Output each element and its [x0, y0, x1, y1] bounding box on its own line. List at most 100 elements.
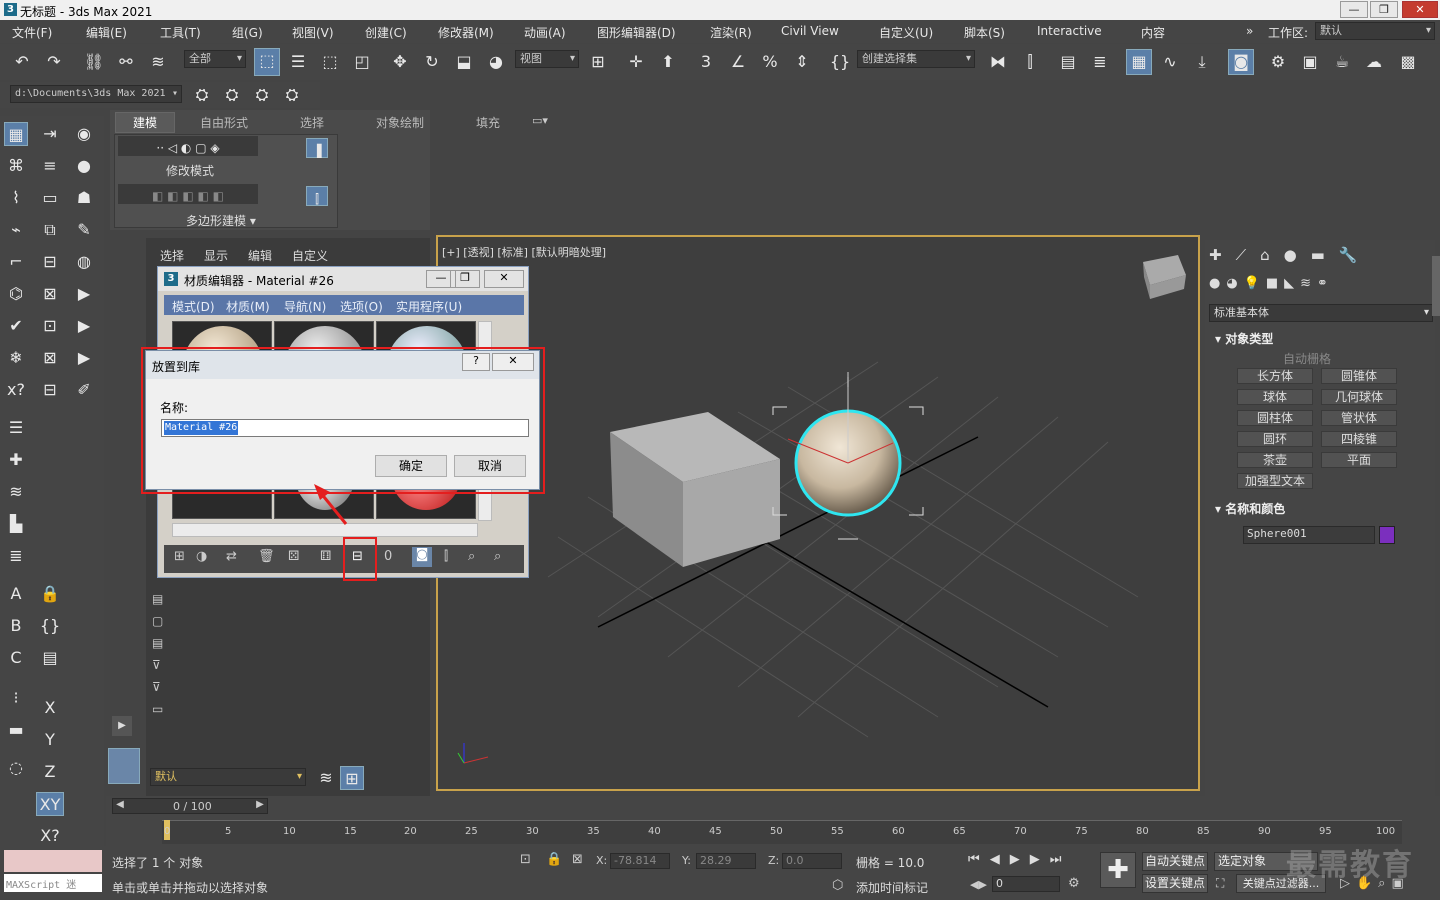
scale-icon[interactable]: ⬓ [452, 50, 476, 74]
scene-side-icons[interactable]: ▤ ▢ ▤ ⊽ ⊽ ▭ [152, 588, 168, 728]
go-sibling-icon[interactable]: ⌕ [494, 549, 501, 564]
menu-group[interactable]: 组(G) [232, 24, 263, 41]
tube-button[interactable]: 管状体 [1321, 410, 1397, 426]
named-selection-dropdown[interactable]: 创建选择集 [857, 50, 975, 68]
add-time-tag[interactable]: 添加时间标记 [856, 879, 928, 896]
layer-explorer-icon[interactable]: ≣ [1088, 50, 1112, 74]
maximize-button[interactable]: ❐ [1370, 1, 1398, 18]
set-key-button[interactable]: 设置关键点 [1142, 874, 1208, 893]
record-icon[interactable]: ▶ [72, 314, 96, 338]
selection-filter-dropdown[interactable]: 全部 [184, 50, 246, 68]
teapot-icon[interactable]: ☗ [72, 186, 96, 210]
next-frame-icon[interactable]: ▶ [253, 799, 267, 810]
render-production-icon[interactable]: ☕ [1330, 50, 1354, 74]
ribbon-side-icon-2[interactable]: ⫿ [306, 186, 328, 206]
autogrid-checkbox[interactable]: 自动栅格 [1283, 350, 1331, 367]
manipulate-icon[interactable]: ✛ [624, 50, 648, 74]
play-next-icon[interactable]: ▶ [72, 346, 96, 370]
render-cloud-icon[interactable]: ☁ [1362, 50, 1386, 74]
abs-mode-icon[interactable]: ⊠ [572, 852, 583, 867]
cmd-tabs-icons[interactable]: ✚⟋⌂●▬🔧 [1209, 246, 1429, 266]
mat-menu-modes[interactable]: 模式(D) [172, 298, 215, 315]
add-layer-icon[interactable]: ✚ [4, 448, 28, 472]
project-folder-icon[interactable]: ⛭ [190, 83, 214, 107]
lasso-icon[interactable]: ⌘ [4, 154, 28, 178]
ribbon-tab-selection[interactable]: 选择 [300, 114, 324, 131]
maxscript-listener[interactable] [4, 850, 102, 872]
text-c-icon[interactable]: C [4, 646, 28, 670]
primitive-category-dropdown[interactable]: 标准基本体 [1209, 304, 1433, 322]
plane-button[interactable]: 平面 [1321, 452, 1397, 468]
z-coord-input[interactable]: 0.0 [782, 853, 842, 869]
box-select-icon[interactable]: ▙ [4, 512, 28, 536]
delete-material-icon[interactable]: 🗑 [258, 549, 275, 564]
project-set-icon[interactable]: ⛭ [280, 83, 304, 107]
close-button[interactable]: ✕ [1402, 1, 1438, 18]
geosphere-button[interactable]: 几何球体 [1321, 389, 1397, 405]
scene-layer-dropdown[interactable]: 默认 [150, 768, 306, 786]
ribbon-toggle-icon[interactable]: ▦ [1126, 49, 1152, 75]
expand-panel-icon[interactable]: ▶ [112, 716, 132, 736]
create-category-icons[interactable]: ●◕💡■◣≋⚭ [1209, 276, 1359, 294]
layer-stack-icon[interactable]: ≣ [4, 544, 28, 568]
lock-icon[interactable]: 🔒 [38, 582, 62, 606]
sphere-button[interactable]: 球体 [1237, 389, 1313, 405]
workspace-dropdown[interactable]: 默认 [1315, 22, 1435, 40]
axis-y-button[interactable]: Y [38, 728, 62, 752]
key-mode-icon[interactable]: ◀▶ [970, 878, 987, 891]
axis-xq-button[interactable]: X? [38, 824, 62, 848]
time-tag-icon[interactable]: ⬡ [832, 878, 843, 893]
bind-spacewarp-icon[interactable]: ≋ [146, 50, 170, 74]
edit-named-sel-icon[interactable]: {} [828, 50, 852, 74]
render-setup-icon[interactable]: ⚙ [1266, 50, 1290, 74]
name-color-rollout[interactable]: ▾ 名称和颜色 [1215, 500, 1285, 517]
a360-icon[interactable]: ▩ [1396, 50, 1420, 74]
menu-graph-editors[interactable]: 图形编辑器(D) [597, 24, 676, 41]
menu-scripting[interactable]: 脚本(S) [964, 24, 1005, 41]
axis-x-button[interactable]: X [38, 696, 62, 720]
mat-menu-options[interactable]: 选项(O) [340, 298, 383, 315]
list-icon[interactable]: ≡ [38, 154, 62, 178]
rect-selection-icon[interactable]: ⬚ [318, 50, 342, 74]
snap-3-icon[interactable]: 3 [694, 50, 718, 74]
select-mode-icon[interactable]: ▦ [4, 122, 28, 146]
schematic-view-icon[interactable]: ⤓ [1190, 50, 1214, 74]
mat-menu-utilities[interactable]: 实用程序(U) [396, 298, 462, 315]
textplus-button[interactable]: 加强型文本 [1237, 473, 1313, 489]
key-filter-icon[interactable]: ⛶ [1216, 876, 1224, 891]
cone-button[interactable]: 圆锥体 [1321, 368, 1397, 384]
mirror-icon[interactable]: ⧓ [986, 50, 1010, 74]
play-anim-icon[interactable]: ▶ [72, 282, 96, 306]
playback-controls[interactable]: ⏮◀▶▶⏭ [968, 852, 1088, 870]
move-icon[interactable]: ✥ [388, 50, 412, 74]
grid-dots-icon[interactable]: ⁝ [4, 686, 28, 710]
scene-layer-icon[interactable]: ≋ [314, 766, 338, 790]
spinner-snap-icon[interactable]: ⇕ [790, 50, 814, 74]
select-object-icon[interactable]: ⬚ [254, 48, 280, 76]
scene-menu-edit[interactable]: 编辑 [248, 247, 272, 264]
pen-icon[interactable]: ✎ [72, 218, 96, 242]
object-color-swatch[interactable] [1379, 526, 1395, 544]
axis-z-button[interactable]: Z [38, 760, 62, 784]
mode-icons[interactable]: ◧ ◧ ◧ ◧ ◧ [118, 184, 258, 204]
selection-lock-icon[interactable]: 🔒 [546, 852, 562, 867]
ruler-icon[interactable]: ▬ [4, 718, 28, 742]
mat-maximize-button[interactable]: ❐ [450, 270, 480, 288]
folder-icon[interactable]: ⊠ [38, 282, 62, 306]
menu-modifiers[interactable]: 修改器(M) [438, 24, 494, 41]
menu-content[interactable]: 内容 [1141, 24, 1165, 41]
import-icon[interactable]: ⇥ [38, 122, 62, 146]
brace-icon[interactable]: {} [38, 614, 62, 638]
ribbon-tab-populate[interactable]: 填充 [476, 114, 500, 131]
viewport-nav-icons[interactable]: ▷✋⌕▣ [1340, 876, 1436, 894]
box-icon[interactable]: ▭ [38, 186, 62, 210]
project-path-dropdown[interactable]: d:\Documents\3ds Max 2021 [10, 85, 182, 103]
redo-icon[interactable]: ↷ [42, 50, 66, 74]
menu-tools[interactable]: 工具(T) [160, 24, 201, 41]
place-icon[interactable]: ◕ [484, 50, 508, 74]
time-slider[interactable]: ◀ 0 / 100 ▶ [112, 798, 268, 814]
subobject-icons[interactable]: ·· ◁ ◐ ▢ ◈ [118, 136, 258, 156]
window-crossing-icon[interactable]: ◰ [350, 50, 374, 74]
align-icon[interactable]: ⫿ [1018, 50, 1042, 74]
keyboard-shortcut-icon[interactable]: ⬆ [656, 50, 680, 74]
